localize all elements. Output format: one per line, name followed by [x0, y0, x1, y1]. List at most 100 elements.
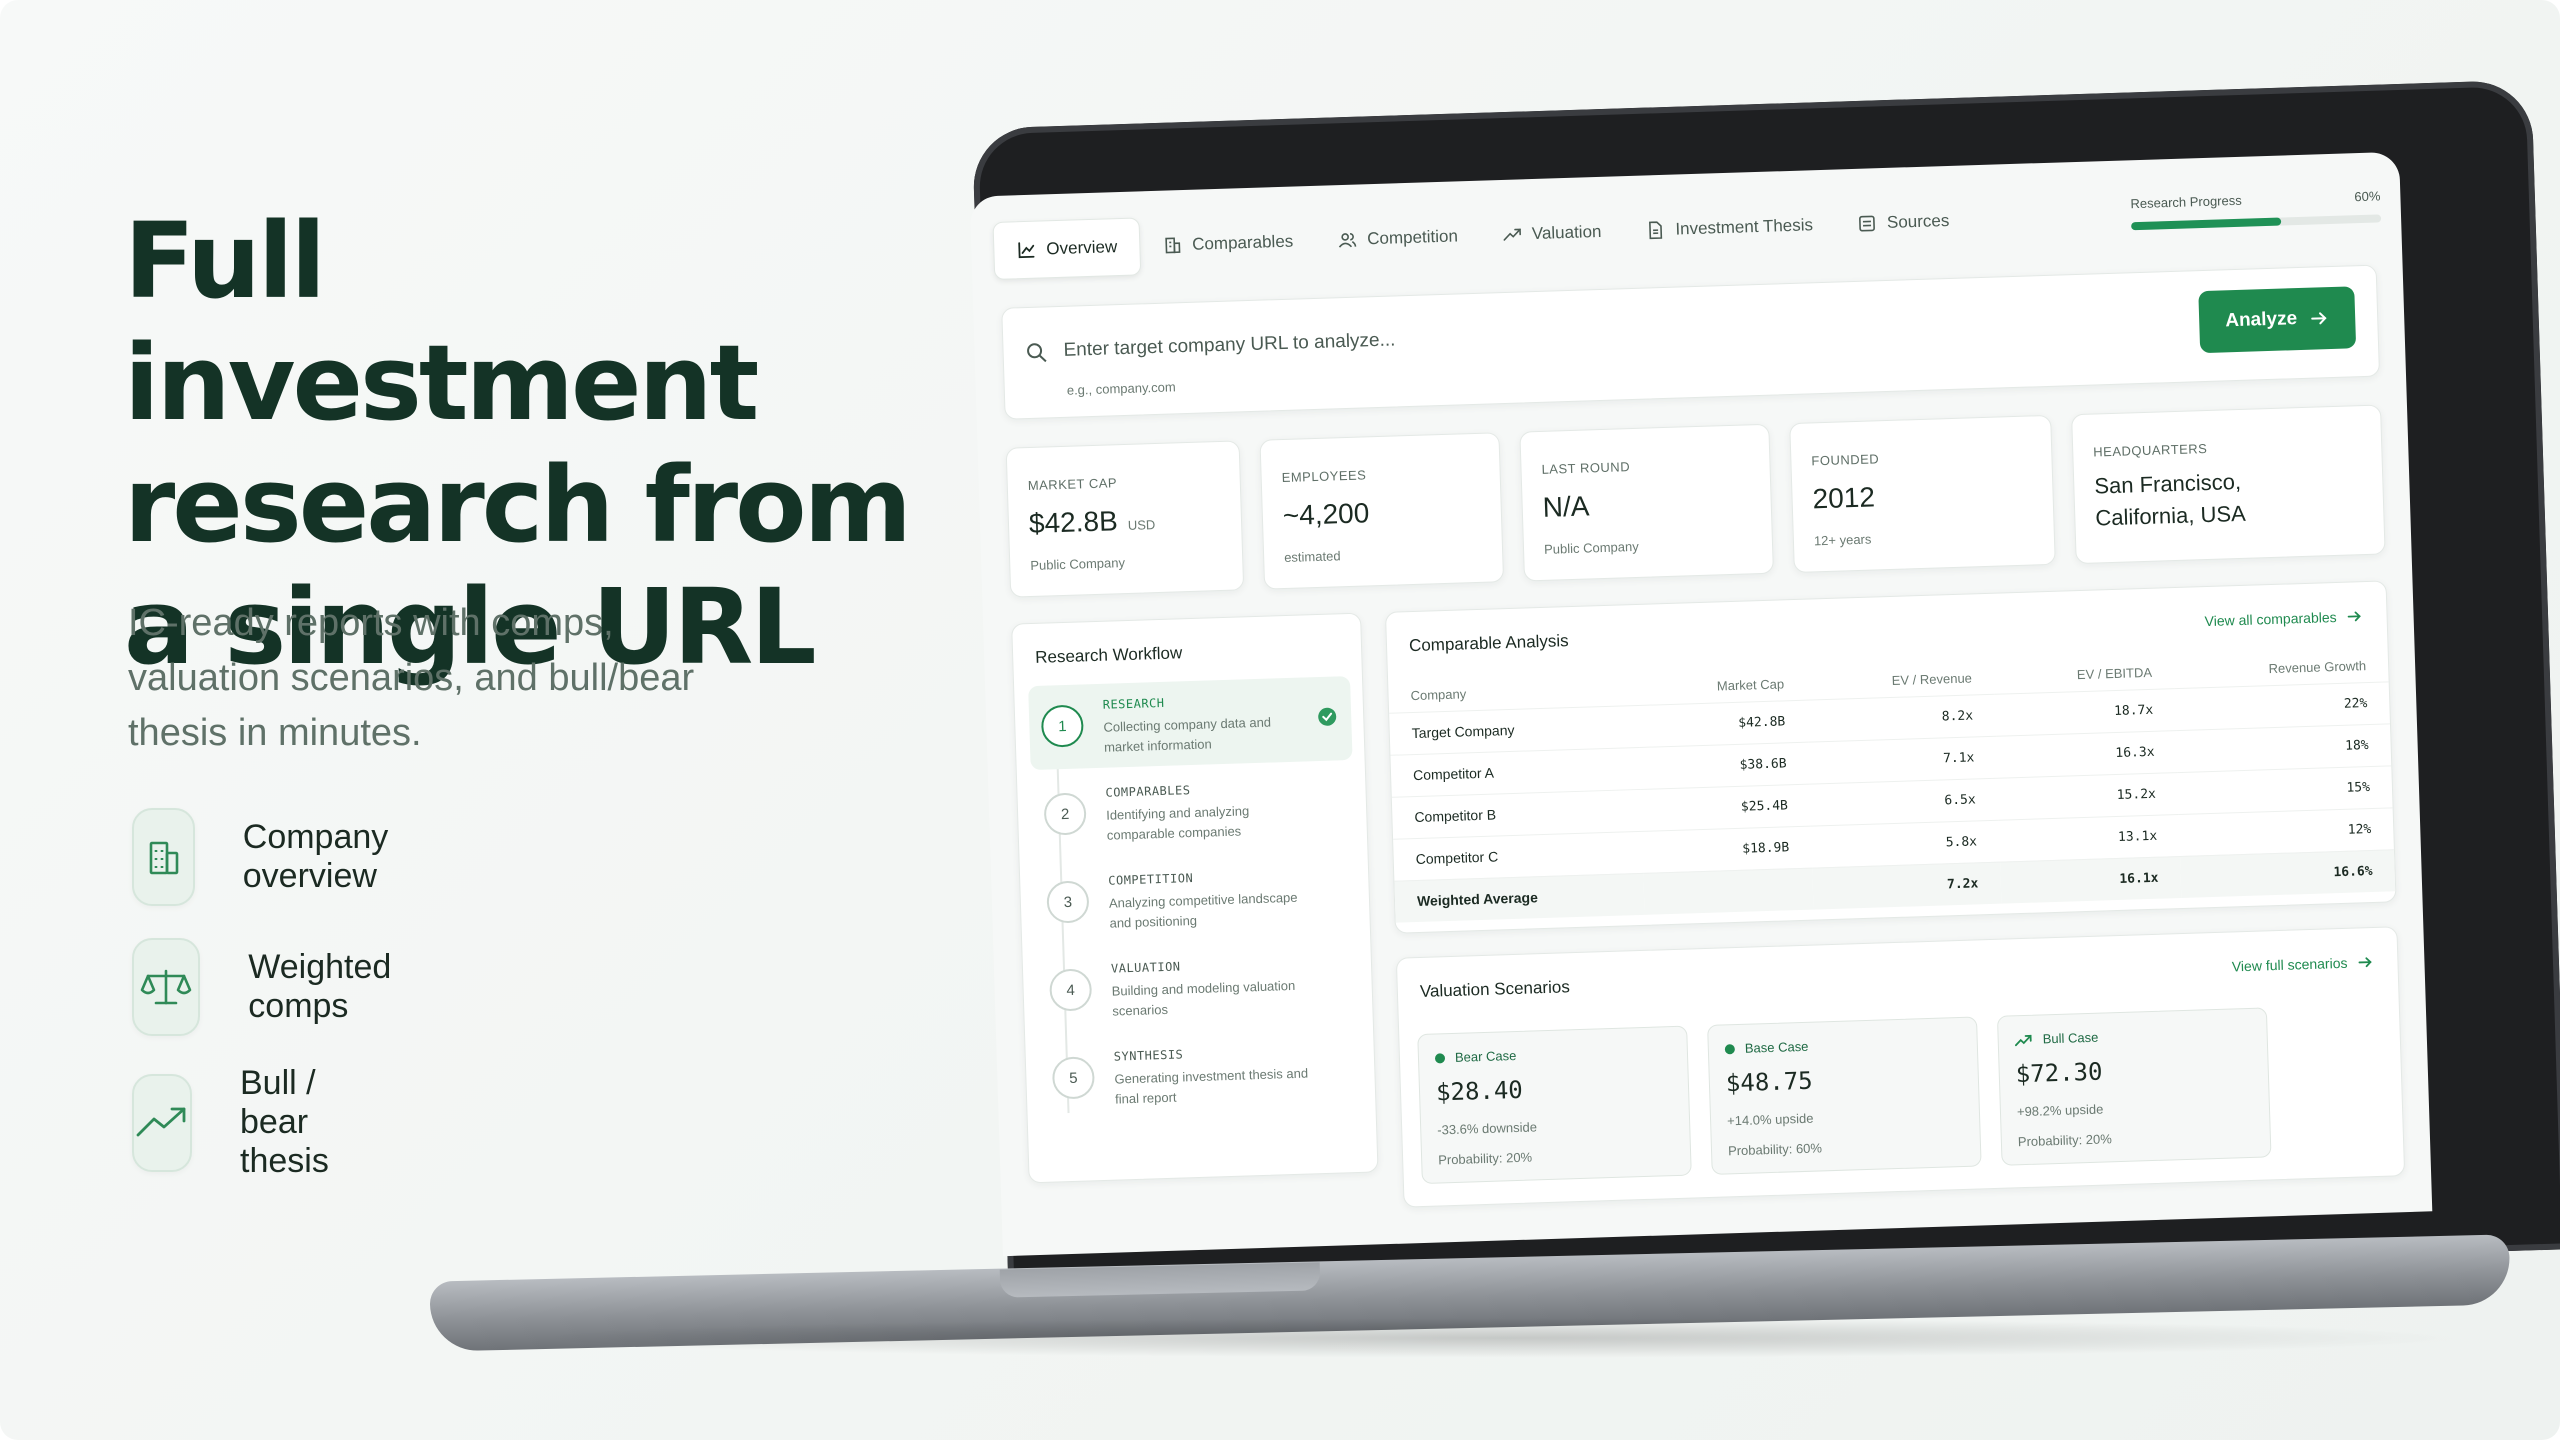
- feature-label: Bull / bear thesis: [240, 1064, 329, 1180]
- tab-label: Competition: [1366, 226, 1459, 249]
- analyze-button[interactable]: Analyze: [2198, 286, 2357, 354]
- step-number: 2: [1043, 792, 1087, 836]
- scenario-label: Base Case: [1744, 1038, 1809, 1056]
- tab-label: Valuation: [1531, 221, 1602, 244]
- step-name: VALUATION: [1110, 959, 1181, 976]
- tab-label: Comparables: [1191, 231, 1294, 254]
- stat-note: Public Company: [1543, 538, 1639, 557]
- step-name: SYNTHESIS: [1113, 1047, 1184, 1064]
- table-cell: 8.2x: [1806, 693, 1996, 742]
- table-cell: 7.1x: [1807, 735, 1998, 784]
- scenario-change: +98.2% upside: [2016, 1101, 2104, 1120]
- scenario-label: Bear Case: [1454, 1047, 1517, 1065]
- stat-note: estimated: [1283, 548, 1341, 566]
- tab-overview[interactable]: Overview: [992, 217, 1142, 280]
- scenario-price: $48.75: [1725, 1066, 1814, 1098]
- building-icon: [1165, 237, 1181, 254]
- app-screen: Overview Comparables Competition Valuati…: [969, 151, 2433, 1257]
- step-description: Identifying and analyzing comparable com…: [1105, 803, 1250, 843]
- table-cell: 16.3x: [1995, 730, 2178, 778]
- trending-up-icon: [132, 1073, 192, 1172]
- step-number: 1: [1040, 704, 1085, 748]
- laptop-shadow: [520, 1318, 2480, 1358]
- search-hint: e.g., company.com: [1066, 379, 1176, 398]
- workflow-step-research[interactable]: 1 RESEARCH Collecting company data and m…: [1028, 676, 1353, 771]
- progress-fill: [2131, 217, 2282, 231]
- arrow-right-icon: [2347, 611, 2361, 622]
- table-cell: 13.1x: [1998, 814, 2180, 862]
- step-description: Generating investment thesis and final r…: [1114, 1065, 1309, 1107]
- tab-label: Investment Thesis: [1675, 215, 1814, 239]
- column-header[interactable]: Market Cap: [1637, 667, 1807, 705]
- table-cell: 16.1x: [1999, 856, 2182, 904]
- scenario-name: Base Case: [1724, 1038, 1809, 1057]
- workflow-title: Research Workflow: [1034, 643, 1183, 667]
- comparable-analysis: Comparable Analysis View all comparables…: [1384, 580, 2397, 934]
- scenario-name: Bear Case: [1434, 1047, 1517, 1066]
- arrow-right-icon: [2311, 312, 2327, 325]
- scenario-price: $72.30: [2015, 1057, 2103, 1089]
- table-cell: [1643, 867, 1814, 915]
- scenario-base[interactable]: Base Case $48.75 +14.0% upside Probabili…: [1707, 1016, 1982, 1175]
- stat-founded: FOUNDED 2012 12+ years: [1789, 414, 2056, 574]
- valuation-title: Valuation Scenarios: [1419, 977, 1571, 1001]
- view-all-comparables-link[interactable]: View all comparables: [2204, 608, 2362, 629]
- analyze-button-label: Analyze: [2224, 308, 2298, 332]
- table-cell: 22%: [2174, 681, 2390, 731]
- page: Full investment research from a single U…: [0, 0, 2560, 1440]
- search-card: e.g., company.com Analyze: [1001, 264, 2381, 420]
- scenario-change: -33.6% downside: [1437, 1119, 1538, 1138]
- workflow-step-competition[interactable]: 3 COMPETITION Analyzing competitive land…: [1034, 852, 1358, 946]
- hero-title-line-1: Full investment: [124, 200, 759, 444]
- scenario-bear[interactable]: Bear Case $28.40 -33.6% downside Probabi…: [1417, 1025, 1692, 1185]
- progress-label: Research Progress: [2130, 192, 2242, 212]
- feature-bull-bear: Bull / bear thesis: [132, 1064, 367, 1181]
- tab-sources[interactable]: Sources: [1834, 191, 1972, 253]
- tab-label: Sources: [1886, 210, 1950, 232]
- step-name: COMPARABLES: [1105, 783, 1191, 800]
- scenario-price: $28.40: [1435, 1075, 1524, 1107]
- document-icon: [1649, 221, 1663, 240]
- stat-value: ~4,200: [1282, 497, 1370, 532]
- link-label: View full scenarios: [2231, 954, 2348, 975]
- scenario-probability: Probability: 60%: [1727, 1140, 1823, 1159]
- check-circle-icon: [1317, 706, 1338, 732]
- stat-value: 2012: [1812, 481, 1876, 515]
- scenario-change: +14.0% upside: [1726, 1110, 1814, 1129]
- view-full-scenarios-link[interactable]: View full scenarios: [2232, 954, 2374, 974]
- comparables-table: Company Market Cap EV / Revenue EV / EBI…: [1388, 649, 2396, 923]
- feature-label: Weighted comps: [248, 948, 392, 1025]
- stat-market-cap: MARKET CAP $42.8B USD Public Company: [1005, 440, 1245, 598]
- tab-valuation[interactable]: Valuation: [1479, 202, 1624, 264]
- step-name: COMPETITION: [1108, 871, 1194, 888]
- scale-icon: [132, 938, 201, 1036]
- table-cell: 6.5x: [1809, 777, 1999, 826]
- workflow-step-valuation[interactable]: 4 VALUATION Building and modeling valuat…: [1036, 940, 1360, 1034]
- scenario-bull[interactable]: Bull Case $72.30 +98.2% upside Probabili…: [1996, 1007, 2272, 1166]
- stat-note: 12+ years: [1813, 531, 1872, 549]
- feature-label: Company overview: [242, 818, 389, 895]
- trending-up-icon: [2014, 1034, 2032, 1046]
- step-name: RESEARCH: [1102, 695, 1165, 712]
- step-number: 3: [1046, 880, 1090, 924]
- tab-investment-thesis[interactable]: Investment Thesis: [1623, 196, 1836, 261]
- table-cell: Weighted Average: [1394, 872, 1646, 923]
- workflow-step-synthesis[interactable]: 5 SYNTHESIS Generating investment thesis…: [1039, 1028, 1363, 1122]
- trending-up-icon: [1503, 228, 1521, 241]
- stat-value: N/A: [1542, 490, 1590, 523]
- tab-competition[interactable]: Competition: [1314, 207, 1480, 270]
- stat-unit: USD: [1127, 517, 1156, 533]
- table-cell: 16.6%: [2179, 849, 2396, 899]
- feature-company-overview: Company overview: [132, 808, 424, 906]
- progress-value: 60%: [2354, 188, 2381, 205]
- workflow-step-comparables[interactable]: 2 COMPARABLES Identifying and analyzing …: [1031, 764, 1355, 858]
- table-cell: $38.6B: [1639, 741, 1810, 789]
- step-number: 4: [1049, 968, 1093, 1012]
- stat-number: $42.8B: [1028, 505, 1119, 540]
- tab-comparables[interactable]: Comparables: [1139, 212, 1316, 275]
- step-number: 5: [1051, 1056, 1096, 1100]
- table-cell: 5.8x: [1810, 819, 2000, 868]
- stat-label: HEADQUARTERS: [2093, 440, 2208, 460]
- research-progress: Research Progress 60%: [2130, 182, 2382, 240]
- company-url-input[interactable]: [1063, 304, 1964, 369]
